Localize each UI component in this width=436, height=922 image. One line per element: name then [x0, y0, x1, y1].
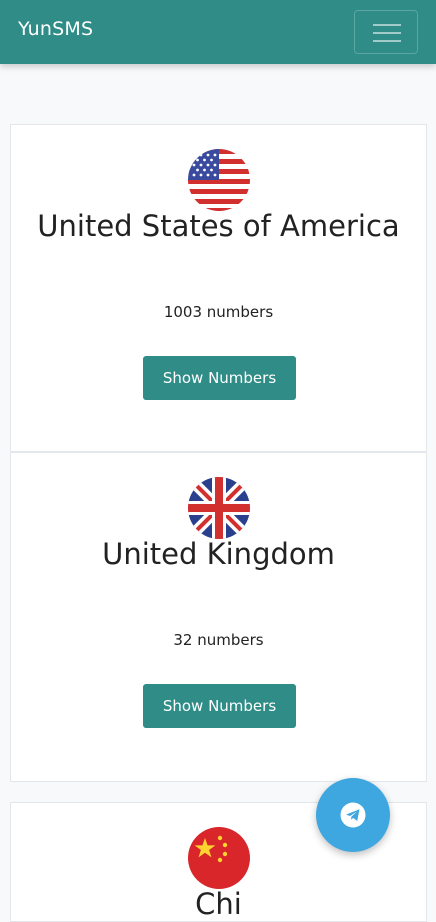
- country-name: United Kingdom: [102, 537, 335, 571]
- show-numbers-button[interactable]: Show Numbers: [143, 684, 296, 728]
- navbar: YunSMS: [0, 0, 436, 64]
- show-numbers-button[interactable]: Show Numbers: [143, 356, 296, 400]
- country-name: Chi: [195, 887, 242, 921]
- hamburger-bar: [373, 40, 401, 42]
- hamburger-menu-button[interactable]: [354, 10, 418, 54]
- telegram-button[interactable]: [316, 778, 390, 852]
- brand-logo[interactable]: YunSMS: [18, 18, 93, 40]
- uk-flag-icon: [188, 477, 250, 539]
- hamburger-menu-icon: [373, 24, 401, 26]
- country-card-uk: United Kingdom 32 numbers Show Numbers: [10, 452, 427, 782]
- telegram-icon: [340, 802, 366, 828]
- us-flag-icon: [188, 149, 250, 211]
- country-card-usa: United States of America 1003 numbers Sh…: [10, 124, 427, 452]
- number-count: 1003 numbers: [163, 303, 274, 321]
- china-flag-icon: [188, 827, 250, 889]
- country-name: United States of America: [37, 209, 400, 243]
- hamburger-bar: [373, 32, 401, 34]
- number-count: 32 numbers: [173, 631, 264, 649]
